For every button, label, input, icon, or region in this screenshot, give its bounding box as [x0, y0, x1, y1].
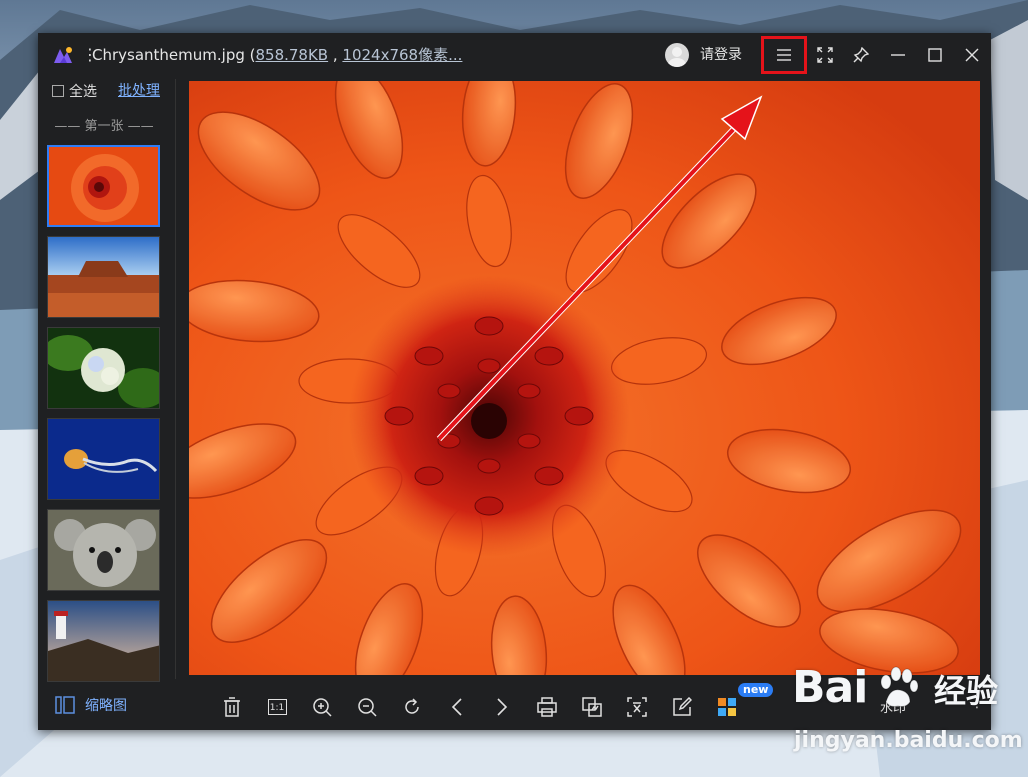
- fullscreen-button[interactable]: [810, 40, 840, 70]
- zoom-in-button[interactable]: [309, 694, 335, 720]
- delete-icon: [224, 697, 240, 717]
- main-image-view[interactable]: [189, 81, 980, 675]
- next-icon: [497, 698, 508, 716]
- ocr-text-icon: [627, 697, 647, 717]
- edit-button[interactable]: [669, 694, 695, 720]
- thumbnail-jellyfish[interactable]: [47, 418, 160, 500]
- thumbnail-chrysanthemum[interactable]: [47, 145, 160, 227]
- print-button[interactable]: [534, 694, 560, 720]
- close-button[interactable]: [957, 40, 987, 70]
- thumbnail-toggle-button[interactable]: 缩略图: [55, 695, 127, 715]
- koala-thumbnail-image: [48, 510, 159, 590]
- file-name: Chrysanthemum.jpg (: [92, 46, 256, 64]
- thumbnail-desert[interactable]: [47, 236, 160, 318]
- zoom-out-button[interactable]: [354, 694, 380, 720]
- thumbnail-sidebar: 全选 批处理 —— 第一张 ——: [38, 79, 174, 682]
- zoom-in-icon: [313, 698, 332, 717]
- select-all-label: 全选: [69, 84, 97, 100]
- watermark-brand: Bai: [792, 662, 868, 713]
- maximize-button[interactable]: [920, 40, 950, 70]
- batch-process-link[interactable]: 批处理: [118, 81, 160, 101]
- watermark-product: 经验: [934, 672, 999, 710]
- delete-button[interactable]: [219, 694, 245, 720]
- fullscreen-icon: [817, 47, 833, 63]
- next-button[interactable]: [489, 694, 515, 720]
- image-viewer-window: ⋮ Chrysanthemum.jpg (858.78KB , 1024x768…: [38, 33, 991, 730]
- hydrangeas-thumbnail-image: [48, 328, 159, 408]
- actual-size-button[interactable]: 1:1: [264, 694, 290, 720]
- chrysanthemum-thumbnail-image: [49, 147, 158, 225]
- jellyfish-thumbnail-image: [48, 419, 159, 499]
- title-bar: ⋮ Chrysanthemum.jpg (858.78KB , 1024x768…: [38, 33, 991, 79]
- thumbnail-hydrangeas[interactable]: [47, 327, 160, 409]
- file-info: Chrysanthemum.jpg (858.78KB , 1024x768像素…: [92, 45, 462, 65]
- paw-logo-icon: [880, 666, 919, 707]
- baidu-jingyan-watermark: Bai 经验 jingyan.baidu.com: [792, 662, 1023, 762]
- thumbnail-panel-icon: [55, 696, 75, 714]
- thumbnail-koala[interactable]: [47, 509, 160, 591]
- minimize-icon: [891, 54, 905, 56]
- edit-icon: [673, 697, 692, 716]
- pin-icon: [853, 47, 869, 63]
- maximize-icon: [928, 48, 942, 62]
- previous-button[interactable]: [444, 694, 470, 720]
- select-all-checkbox[interactable]: [52, 85, 64, 97]
- first-image-label: —— 第一张 ——: [54, 119, 154, 134]
- print-icon: [537, 697, 557, 717]
- watermark-site: jingyan.baidu.com: [794, 728, 1023, 753]
- apps-icon: [718, 698, 736, 716]
- rotate-icon: [405, 698, 419, 714]
- convert-icon: [582, 697, 602, 717]
- app-logo-icon: [54, 47, 72, 63]
- minimize-button[interactable]: [883, 40, 913, 70]
- login-link[interactable]: 请登录: [700, 46, 742, 64]
- thumbnail-toggle-label: 缩略图: [85, 698, 127, 714]
- file-size-link[interactable]: 858.78KB: [255, 46, 328, 64]
- apps-button[interactable]: [714, 694, 740, 720]
- menu-highlight-box: [761, 36, 807, 74]
- thumbnail-lighthouse[interactable]: [47, 600, 160, 682]
- pin-button[interactable]: [846, 40, 876, 70]
- close-icon: [965, 48, 979, 62]
- new-badge: new: [738, 683, 774, 697]
- sidebar-divider: [175, 79, 176, 679]
- ocr-text-button[interactable]: [624, 694, 650, 720]
- dimensions-link[interactable]: 1024x768像素...: [342, 46, 462, 64]
- select-all-row[interactable]: 全选: [52, 81, 97, 101]
- convert-button[interactable]: [579, 694, 605, 720]
- zoom-out-icon: [358, 698, 377, 717]
- chrysanthemum-image: [189, 81, 980, 675]
- actual-size-icon: 1:1: [267, 699, 287, 715]
- rotate-button[interactable]: [399, 694, 425, 720]
- lighthouse-thumbnail-image: [48, 601, 159, 681]
- separator: ,: [328, 46, 343, 64]
- previous-icon: [451, 698, 462, 716]
- actual-size-label: 1:1: [269, 703, 285, 713]
- user-avatar[interactable]: [665, 43, 689, 67]
- desert-thumbnail-image: [48, 237, 159, 317]
